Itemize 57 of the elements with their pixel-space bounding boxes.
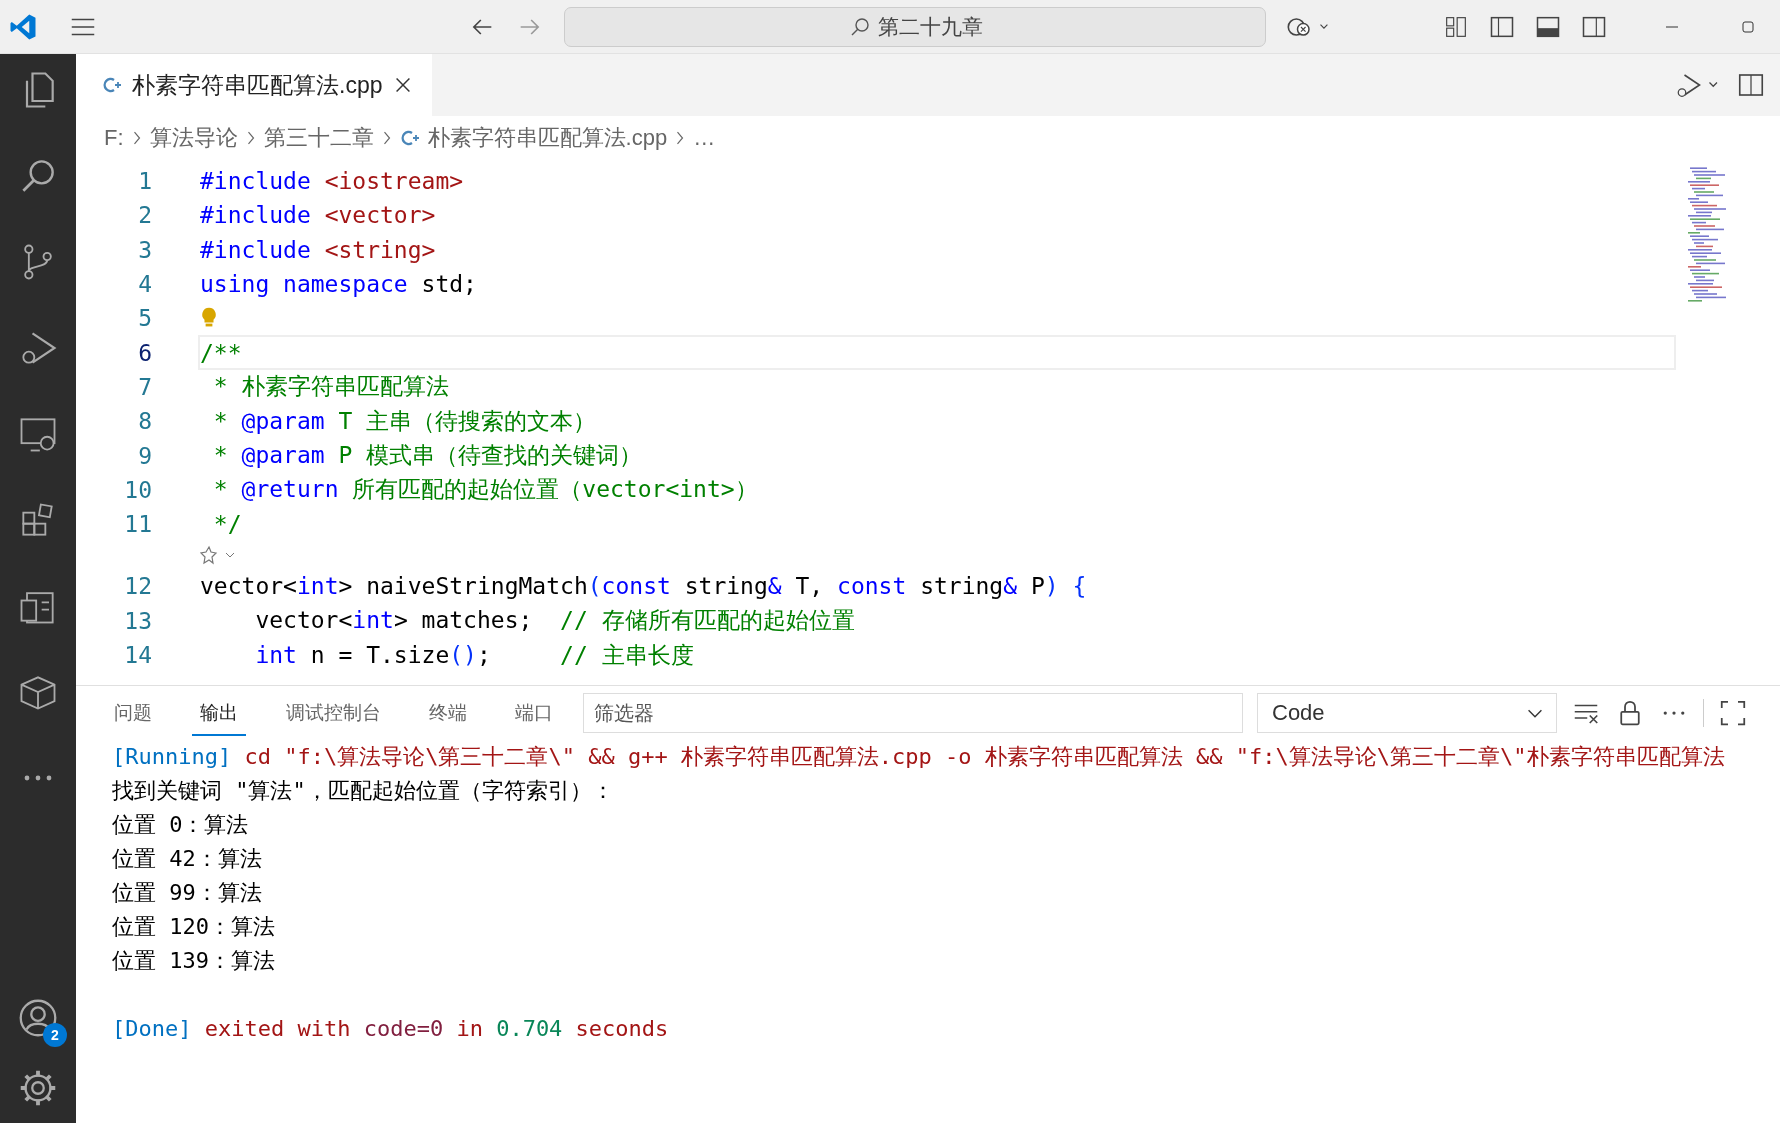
line-number: 4 <box>137 271 152 298</box>
command-search-field[interactable]: 第二十九章 <box>564 6 1266 47</box>
line-number: 12 <box>123 573 152 600</box>
panel-tab[interactable]: 输出 <box>192 690 246 736</box>
output-line: [Running] cd "f:\算法导论\第三十二章\" && g++ 朴素字符串匹配算法.cpp -o 朴素字符串匹配算法 && "f:\算法导论\第三十二章\"朴素字符串匹配算法 <box>112 743 1726 771</box>
output-channel-dropdown[interactable]: Code <box>1257 693 1557 733</box>
code-line: * @param P 模式串（待查找的关键词） <box>212 441 643 471</box>
panel-tab[interactable]: 问题 <box>106 690 160 736</box>
chevron-right-icon <box>675 129 686 147</box>
code-line: using namespace std; <box>200 271 477 298</box>
line-number: 10 <box>123 476 152 503</box>
panel-tab[interactable]: 终端 <box>421 690 475 736</box>
line-number: 2 <box>137 202 152 229</box>
panel-tab[interactable]: 调试控制台 <box>278 690 389 736</box>
line-number: 14 <box>123 642 152 668</box>
code-line: vector<int> naiveStringMatch(const string& T, const string& P) { <box>200 573 1087 600</box>
panel-tab[interactable]: 端口 <box>507 690 561 736</box>
output-line: 位置 120：算法 <box>112 913 276 941</box>
code-line: #include <string> <box>200 236 436 263</box>
breadcrumb-item[interactable]: 算法导论 <box>149 123 238 153</box>
line-number: 3 <box>137 236 152 263</box>
code-line: * @param T 主串（待搜索的文本） <box>212 406 597 436</box>
code-line: #include <vector> <box>200 202 436 229</box>
breadcrumb-item[interactable]: 朴素字符串匹配算法.cpp <box>427 123 668 153</box>
output-line: [Done] exited with code=0 in 0.704 seconds <box>112 1015 670 1043</box>
line-number: 6 <box>137 339 152 366</box>
output-line: 位置 139：算法 <box>112 947 276 975</box>
line-number: 11 <box>123 511 152 538</box>
maximize-panel-icon[interactable] <box>1718 698 1748 728</box>
line-number: 1 <box>137 168 152 195</box>
output-line: 找到关键词 "算法"，匹配起始位置（字符索引）： <box>112 777 615 805</box>
code-line: */ <box>212 511 242 538</box>
filter-field[interactable]: 筛选器 <box>583 693 1243 733</box>
line-number: 9 <box>137 442 152 469</box>
code-line: #include <iostream> <box>200 168 464 195</box>
editor-tab[interactable]: 朴素字符串匹配算法.cpp <box>76 54 433 116</box>
code-line: /** <box>200 339 242 366</box>
code-line: vector<int> matches; // 存储所有匹配的起始位置 <box>254 606 855 636</box>
breadcrumb-item[interactable]: … <box>693 125 716 151</box>
line-number: 8 <box>137 408 152 435</box>
line-number: 13 <box>123 607 152 634</box>
chevron-right-icon <box>131 129 142 147</box>
chevron-right-icon <box>245 129 256 147</box>
output-line: 位置 99：算法 <box>112 879 263 907</box>
cpp-file-icon <box>399 128 420 148</box>
code-line: int n = T.size(); // 主串长度 <box>254 640 694 670</box>
breadcrumb-item[interactable]: F: <box>104 125 124 151</box>
line-number: 5 <box>137 305 152 332</box>
output-line: 位置 42：算法 <box>112 845 263 873</box>
line-number: 7 <box>137 373 152 400</box>
chevron-right-icon <box>381 129 392 147</box>
breadcrumb-item[interactable]: 第三十二章 <box>263 123 374 153</box>
code-line: * @return 所有匹配的起始位置（vector<int>） <box>212 475 758 505</box>
code-line: * 朴素字符串匹配算法 <box>212 372 449 402</box>
notification-badge: 2 <box>43 1023 67 1047</box>
output-line: 位置 0：算法 <box>112 811 250 839</box>
cpp-file-icon <box>102 75 122 95</box>
